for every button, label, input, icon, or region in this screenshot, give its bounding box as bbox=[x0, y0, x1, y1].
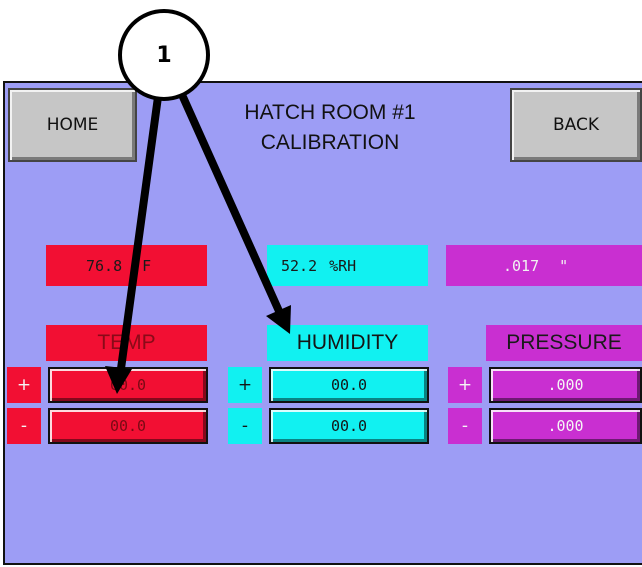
callout-marker: 1 bbox=[118, 9, 210, 101]
annotation-arrows bbox=[105, 93, 291, 394]
arrow-to-temp bbox=[116, 93, 162, 380]
arrow-to-humidity bbox=[179, 93, 287, 324]
arrow-head-temp bbox=[105, 366, 132, 394]
